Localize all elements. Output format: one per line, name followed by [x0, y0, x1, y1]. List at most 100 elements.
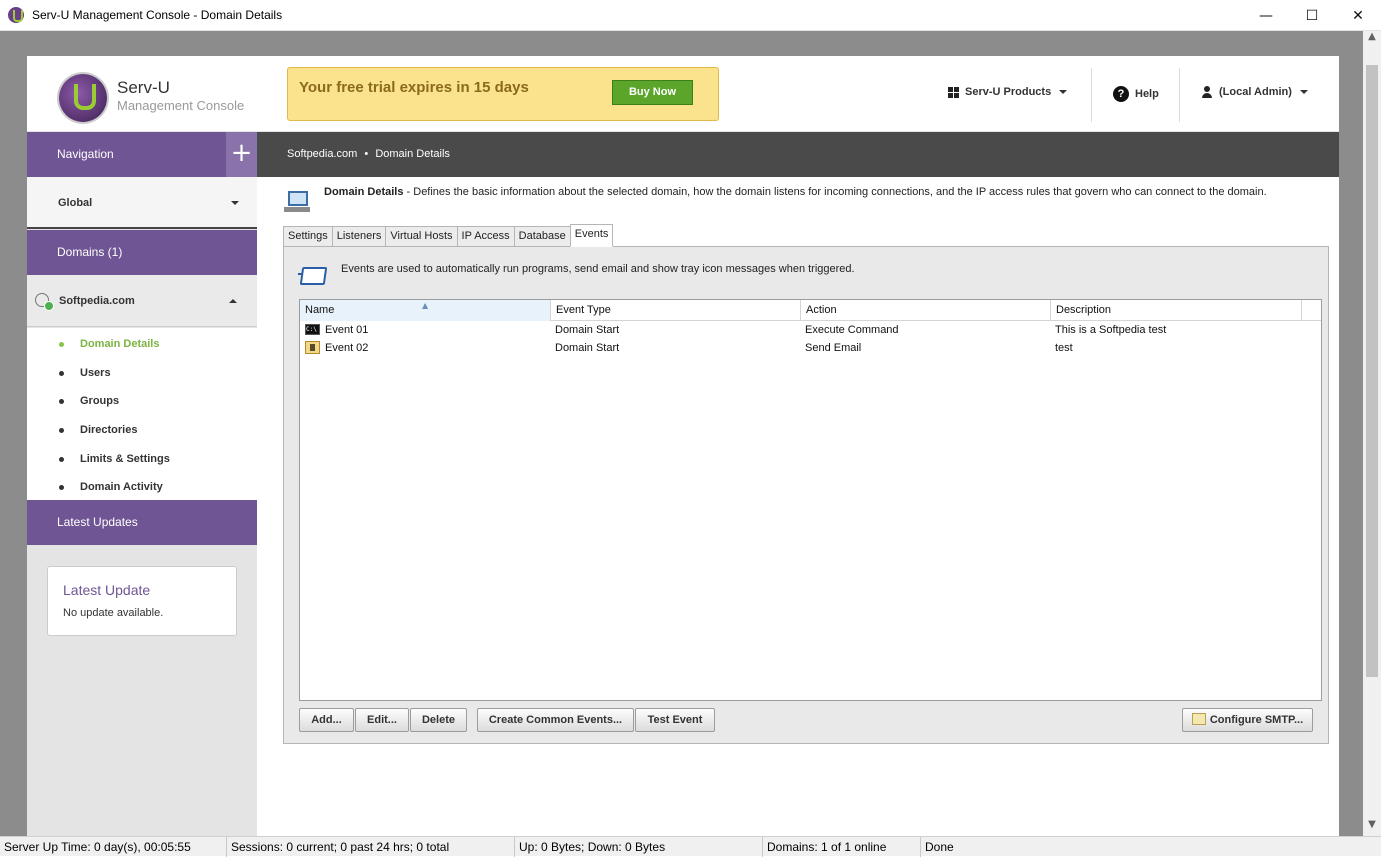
- column-header-name[interactable]: Name ▲: [300, 300, 551, 321]
- column-header-event-type[interactable]: Event Type: [551, 300, 801, 321]
- tab-strip: Settings Listeners Virtual Hosts IP Acce…: [283, 224, 614, 247]
- brand-name: Serv-U: [117, 78, 170, 97]
- chevron-up-icon: [229, 299, 237, 303]
- navigation-label: Navigation: [57, 147, 114, 161]
- help-icon: ?: [1113, 86, 1129, 102]
- edit-button[interactable]: Edit...: [355, 708, 409, 732]
- latest-updates-label: Latest Updates: [57, 515, 138, 529]
- products-label: Serv-U Products: [965, 86, 1052, 98]
- status-domains: Domains: 1 of 1 online: [763, 837, 921, 857]
- bullet-icon: [59, 484, 64, 490]
- user-label: (Local Admin): [1219, 86, 1292, 98]
- domain-name: Softpedia.com: [59, 295, 135, 307]
- trial-banner: Your free trial expires in 15 days Buy N…: [287, 67, 719, 121]
- create-common-events-button[interactable]: Create Common Events...: [477, 708, 634, 732]
- sidebar-item-users[interactable]: Users: [27, 359, 257, 387]
- scroll-down-icon[interactable]: ▼: [1363, 819, 1381, 836]
- vertical-scrollbar[interactable]: ▲ ▼: [1363, 31, 1381, 836]
- tab-listeners[interactable]: Listeners: [331, 226, 387, 247]
- help-menu[interactable]: ? Help: [1113, 86, 1159, 102]
- page-description-body: - Defines the basic information about th…: [403, 186, 1267, 198]
- update-card-title: Latest Update: [63, 582, 151, 598]
- close-button[interactable]: ✕: [1335, 0, 1381, 31]
- sidebar-item-groups[interactable]: Groups: [27, 387, 257, 415]
- event-name: Event 01: [325, 324, 369, 336]
- computer-icon: [284, 189, 310, 213]
- maximize-button[interactable]: ☐: [1289, 0, 1335, 31]
- chevron-down-icon: [231, 201, 239, 205]
- status-sessions: Sessions: 0 current; 0 past 24 hrs; 0 to…: [227, 837, 515, 857]
- breadcrumb-text: Softpedia.com • Domain Details: [287, 148, 450, 160]
- event-name: Event 02: [325, 342, 369, 354]
- test-event-button[interactable]: Test Event: [635, 708, 715, 732]
- command-icon: C:\: [305, 324, 320, 335]
- scroll-up-icon[interactable]: ▲: [1363, 31, 1381, 48]
- sidebar-item-limits-settings[interactable]: Limits & Settings: [27, 445, 257, 473]
- serv-u-app-icon: [8, 7, 24, 23]
- bullet-icon: [59, 341, 64, 347]
- sidebar-item-label: Domain Details: [80, 338, 160, 350]
- tab-virtual-hosts[interactable]: Virtual Hosts: [385, 226, 458, 247]
- sidebar-item-label: Directories: [80, 424, 138, 436]
- events-panel: Events are used to automatically run pro…: [283, 246, 1329, 744]
- domains-label: Domains (1): [57, 245, 123, 259]
- domains-header[interactable]: Domains (1): [27, 230, 257, 275]
- breadcrumb-domain[interactable]: Softpedia.com: [287, 148, 357, 160]
- console-header: Serv-U Management Console Your free tria…: [27, 56, 1339, 132]
- sidebar-item-label: Domain Activity: [80, 481, 163, 493]
- scrollbar-thumb[interactable]: [1366, 65, 1378, 677]
- sidebar-item-domain-details[interactable]: Domain Details: [27, 330, 257, 358]
- globe-icon: [35, 293, 54, 311]
- status-traffic: Up: 0 Bytes; Down: 0 Bytes: [515, 837, 763, 857]
- event-type: Domain Start: [555, 324, 620, 336]
- bullet-icon: [59, 370, 64, 376]
- add-button[interactable]: Add...: [299, 708, 354, 732]
- navigation-header: Navigation +: [27, 132, 257, 177]
- status-bar: Server Up Time: 0 day(s), 00:05:55 Sessi…: [0, 836, 1381, 857]
- user-menu[interactable]: (Local Admin): [1201, 86, 1308, 98]
- column-header-description[interactable]: Description: [1051, 300, 1302, 321]
- configure-smtp-button[interactable]: Configure SMTP...: [1182, 708, 1313, 732]
- sidebar-item-domain[interactable]: Softpedia.com: [27, 275, 257, 327]
- delete-button[interactable]: Delete: [410, 708, 467, 732]
- minimize-button[interactable]: —: [1243, 0, 1289, 31]
- tab-database[interactable]: Database: [513, 226, 571, 247]
- page-title: Domain Details: [324, 186, 404, 198]
- latest-update-card: Latest Update No update available.: [47, 566, 237, 636]
- window-titlebar: Serv-U Management Console - Domain Detai…: [0, 0, 1381, 31]
- help-label: Help: [1135, 88, 1159, 100]
- sidebar: Navigation + Global Domains (1) Softpedi…: [27, 132, 257, 836]
- status-uptime: Server Up Time: 0 day(s), 00:05:55: [0, 837, 227, 857]
- sidebar-item-label: Users: [80, 367, 111, 379]
- sidebar-item-global[interactable]: Global: [27, 177, 257, 229]
- management-console: Serv-U Management Console Your free tria…: [27, 56, 1339, 836]
- header-divider: [1091, 68, 1092, 122]
- buy-now-button[interactable]: Buy Now: [612, 80, 693, 105]
- tab-events[interactable]: Events: [569, 224, 614, 247]
- trial-text: Your free trial expires in 15 days: [299, 79, 529, 96]
- sort-ascending-icon: ▲: [422, 301, 429, 310]
- bullet-icon: [59, 427, 64, 433]
- serv-u-logo-icon: [59, 74, 107, 122]
- header-divider: [1179, 68, 1180, 122]
- table-row[interactable]: Event 02 Domain Start Send Email test: [300, 339, 1321, 357]
- column-header-action[interactable]: Action: [801, 300, 1051, 321]
- breadcrumb-page: Domain Details: [375, 148, 450, 160]
- sidebar-item-directories[interactable]: Directories: [27, 416, 257, 444]
- latest-updates-header[interactable]: Latest Updates: [27, 500, 257, 545]
- email-icon: [305, 341, 320, 354]
- table-row[interactable]: C:\ Event 01 Domain Start Execute Comman…: [300, 321, 1321, 339]
- events-icon: [298, 267, 328, 287]
- smtp-icon: [1191, 713, 1206, 726]
- domain-submenu: Domain Details Users Groups Directories …: [27, 328, 257, 500]
- tab-settings[interactable]: Settings: [283, 226, 333, 247]
- grid-icon: [948, 86, 959, 98]
- sidebar-item-domain-activity[interactable]: Domain Activity: [27, 473, 257, 501]
- event-description: This is a Softpedia test: [1055, 324, 1167, 336]
- update-card-body: No update available.: [63, 607, 164, 619]
- serv-u-products-menu[interactable]: Serv-U Products: [948, 86, 1068, 98]
- tab-ip-access[interactable]: IP Access: [456, 226, 515, 247]
- breadcrumb: Softpedia.com • Domain Details: [257, 132, 1339, 177]
- add-navigation-button[interactable]: +: [226, 132, 257, 177]
- events-note: Events are used to automatically run pro…: [341, 263, 855, 275]
